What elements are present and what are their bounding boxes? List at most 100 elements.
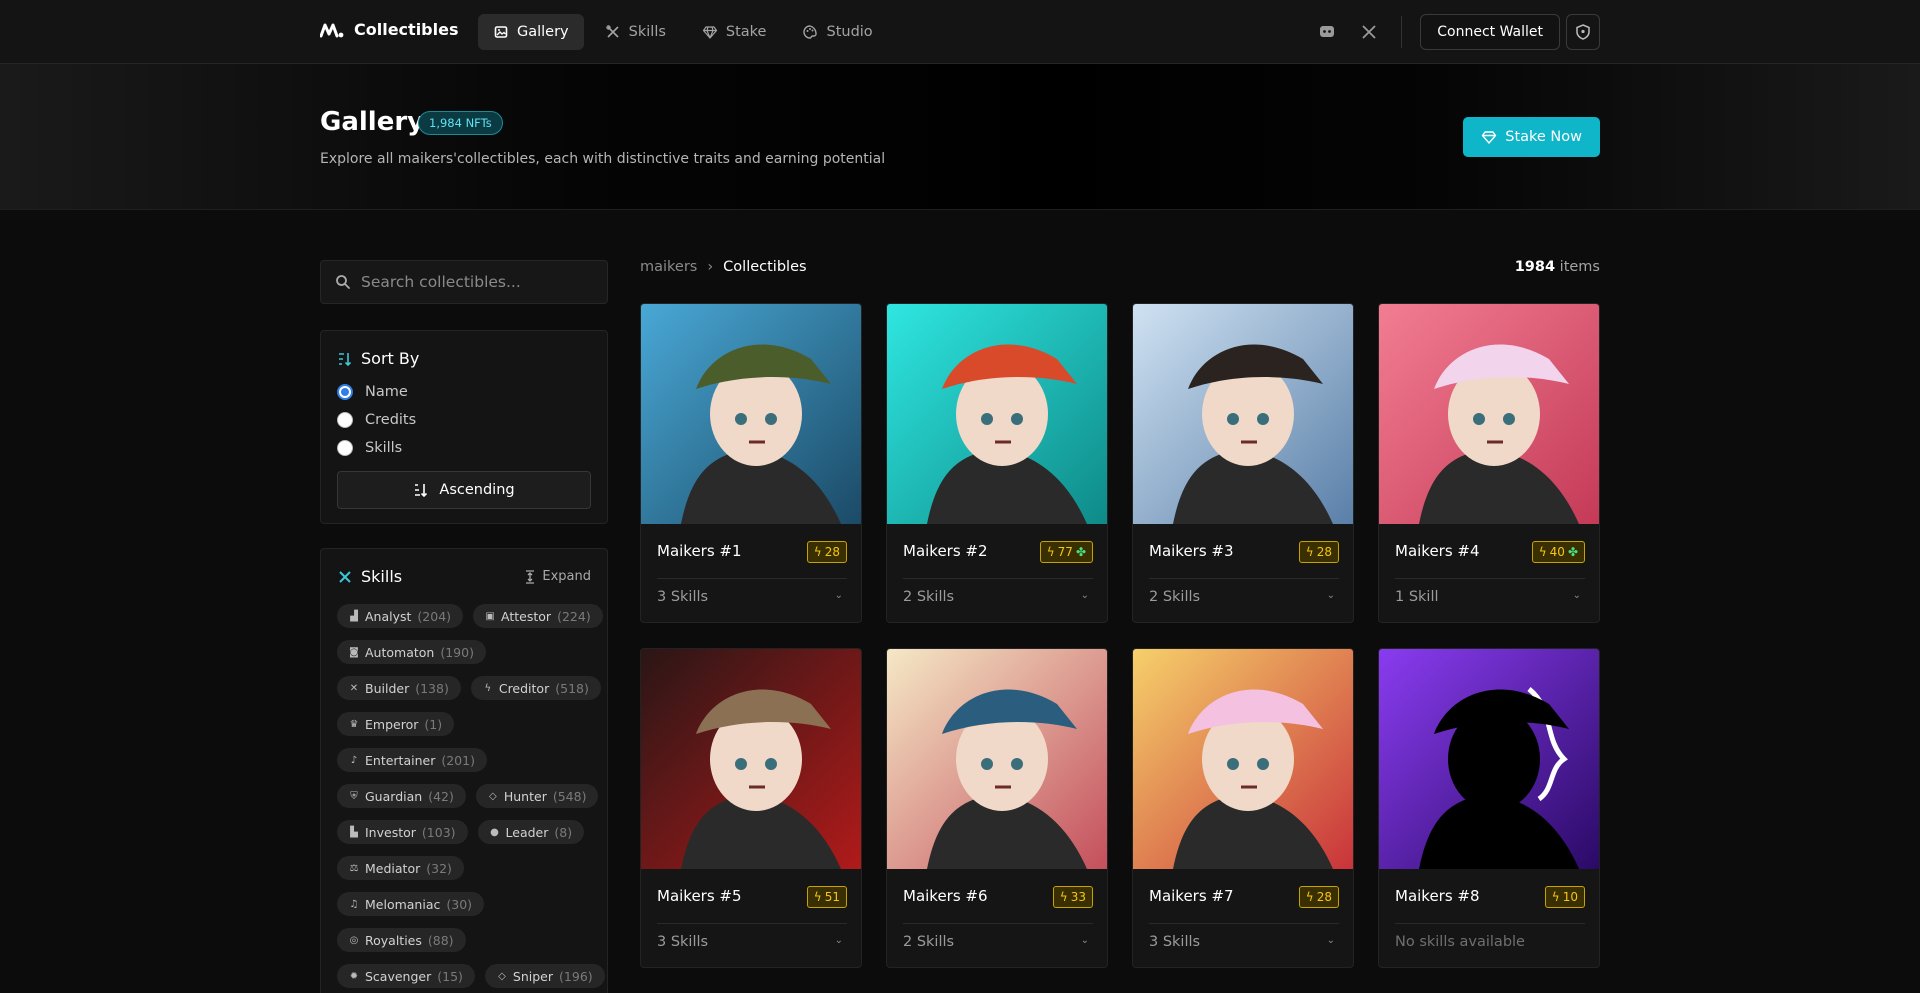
skills-summary[interactable]: 1 Skill — [1395, 589, 1439, 605]
crown-icon: ♛ — [349, 718, 359, 730]
chevron-down-icon[interactable]: ⌄ — [1573, 590, 1581, 601]
radio-credits[interactable] — [337, 412, 353, 428]
credits-badge: ϟ 77 ✤ — [1039, 541, 1093, 563]
collectible-card[interactable]: Maikers #6 ϟ 33 2 Skills ⌄ — [886, 648, 1108, 968]
nav-right: Connect Wallet — [1313, 14, 1600, 50]
nft-image[interactable] — [1379, 649, 1599, 869]
bolt-icon: ϟ — [813, 545, 822, 559]
sort-option-credits[interactable]: Credits — [337, 412, 416, 428]
skill-count: (32) — [426, 860, 452, 876]
skill-chip-melomaniac[interactable]: ♫ Melomaniac (30) — [337, 892, 485, 916]
chevron-down-icon[interactable]: ⌄ — [1327, 590, 1335, 601]
skill-name: Mediator — [365, 860, 421, 876]
nft-image[interactable] — [887, 304, 1107, 524]
skill-chip-mediator[interactable]: ⚖ Mediator (32) — [337, 856, 464, 880]
skill-name: Sniper — [512, 968, 554, 984]
card-divider — [1395, 923, 1585, 924]
connect-wallet-button[interactable]: Connect Wallet — [1420, 14, 1560, 50]
skill-chip-entertainer[interactable]: ♪ Entertainer (201) — [337, 748, 487, 772]
brand[interactable]: Collectibles — [320, 20, 458, 39]
skills-summary[interactable]: 3 Skills — [657, 934, 708, 950]
skill-chip-builder[interactable]: ✕ Builder (138) — [337, 676, 461, 700]
nft-image[interactable] — [641, 649, 861, 869]
tab-gallery[interactable]: Gallery — [478, 14, 584, 50]
bolt-icon: ϟ — [1538, 545, 1547, 559]
nft-image[interactable] — [1133, 304, 1353, 524]
robot-icon: ◙ — [349, 646, 359, 658]
sort-option-skills[interactable]: Skills — [337, 440, 402, 456]
search-input[interactable] — [361, 273, 591, 291]
chevron-down-icon[interactable]: ⌄ — [1327, 935, 1335, 946]
collectible-card[interactable]: Maikers #4 ϟ 40 ✤ 1 Skill ⌄ — [1378, 303, 1600, 623]
skill-count: (88) — [427, 932, 454, 948]
skill-chip-scavenger[interactable]: ✹ Scavenger (15) — [337, 964, 475, 988]
nft-image[interactable] — [887, 649, 1107, 869]
skills-summary[interactable]: 3 Skills — [1149, 934, 1200, 950]
skills-summary[interactable]: 2 Skills — [903, 589, 954, 605]
skills-title-label: Skills — [361, 567, 403, 586]
card-title: Maikers #3 — [1149, 542, 1234, 560]
sort-option-name[interactable]: Name — [337, 384, 408, 400]
x-twitter-icon[interactable] — [1355, 16, 1383, 48]
collectible-card[interactable]: Maikers #7 ϟ 28 3 Skills ⌄ — [1132, 648, 1354, 968]
card-divider — [903, 578, 1093, 579]
credits-value: 77 — [1057, 545, 1073, 559]
items-count-value: 1984 — [1514, 259, 1556, 275]
radio-skills[interactable] — [337, 440, 353, 456]
chevron-down-icon[interactable]: ⌄ — [835, 590, 843, 601]
stake-now-label: Stake Now — [1505, 129, 1582, 145]
skill-chip-analyst[interactable]: ▟ Analyst (204) — [337, 604, 464, 628]
skill-count: (201) — [441, 752, 475, 768]
skill-chip-investor[interactable]: ▙ Investor (103) — [337, 820, 468, 844]
skill-name: Emperor — [365, 716, 419, 732]
bolt-icon: ϟ — [1551, 890, 1560, 904]
skill-chip-sniper[interactable]: ◇ Sniper (196) — [484, 964, 605, 988]
tab-stake[interactable]: Stake — [687, 14, 782, 50]
bolt-icon: ϟ — [1305, 545, 1314, 559]
nft-image[interactable] — [641, 304, 861, 524]
skills-summary[interactable]: 3 Skills — [657, 589, 708, 605]
card-divider — [1395, 578, 1585, 579]
collectible-card[interactable]: Maikers #8 ϟ 10 No skills available — [1378, 648, 1600, 968]
nft-image[interactable] — [1133, 649, 1353, 869]
top-navbar: Collectibles Gallery Skills Stake Studio… — [0, 0, 1920, 64]
credits-value: 28 — [1316, 545, 1332, 559]
stake-now-button[interactable]: Stake Now — [1463, 117, 1600, 157]
skills-summary[interactable]: 2 Skills — [1149, 589, 1200, 605]
skill-count: (224) — [557, 608, 591, 624]
skill-chip-creditor[interactable]: ϟ Creditor (518) — [470, 676, 601, 700]
chevron-down-icon[interactable]: ⌄ — [1081, 590, 1089, 601]
collectible-card[interactable]: Maikers #5 ϟ 51 3 Skills ⌄ — [640, 648, 862, 968]
skill-chip-emperor[interactable]: ♛ Emperor (1) — [337, 712, 455, 736]
skill-chip-automaton[interactable]: ◙ Automaton (190) — [337, 640, 486, 664]
radio-name[interactable] — [337, 384, 353, 400]
credits-value: 33 — [1070, 890, 1086, 904]
discord-icon[interactable] — [1313, 16, 1341, 48]
chevron-down-icon[interactable]: ⌄ — [835, 935, 843, 946]
chevron-down-icon[interactable]: ⌄ — [1081, 935, 1089, 946]
sort-order-label: Ascending — [439, 482, 515, 498]
expand-skills-button[interactable]: Expand — [524, 569, 591, 584]
skill-chip-attestor[interactable]: ▣ Attestor (224) — [473, 604, 603, 628]
collectible-card[interactable]: Maikers #3 ϟ 28 2 Skills ⌄ — [1132, 303, 1354, 623]
clover-icon: ✤ — [1075, 545, 1086, 559]
skill-chip-guardian[interactable]: ⛨ Guardian (42) — [337, 784, 466, 808]
credits-value: 28 — [1316, 890, 1332, 904]
collectible-card[interactable]: Maikers #1 ϟ 28 3 Skills ⌄ — [640, 303, 862, 623]
expand-icon — [526, 569, 535, 584]
tab-skills[interactable]: Skills — [590, 14, 681, 50]
skill-chip-hunter[interactable]: ◇ Hunter (548) — [475, 784, 599, 808]
skill-chip-leader[interactable]: ● Leader (8) — [477, 820, 585, 844]
skill-name: Investor — [365, 824, 416, 840]
skills-summary[interactable]: 2 Skills — [903, 934, 954, 950]
sort-order-button[interactable]: Ascending — [337, 471, 591, 509]
shield-button[interactable] — [1566, 14, 1600, 50]
skill-chip-royalties[interactable]: ◎ Royalties (88) — [337, 928, 466, 952]
collectible-card[interactable]: Maikers #2 ϟ 77 ✤ 2 Skills ⌄ — [886, 303, 1108, 623]
tab-studio[interactable]: Studio — [787, 14, 887, 50]
breadcrumb-root[interactable]: maikers — [640, 259, 697, 275]
skill-name: Melomaniac — [365, 896, 441, 912]
nft-image[interactable] — [1379, 304, 1599, 524]
skill-count: (103) — [421, 824, 456, 840]
credits-badge: ϟ 51 — [806, 886, 847, 908]
